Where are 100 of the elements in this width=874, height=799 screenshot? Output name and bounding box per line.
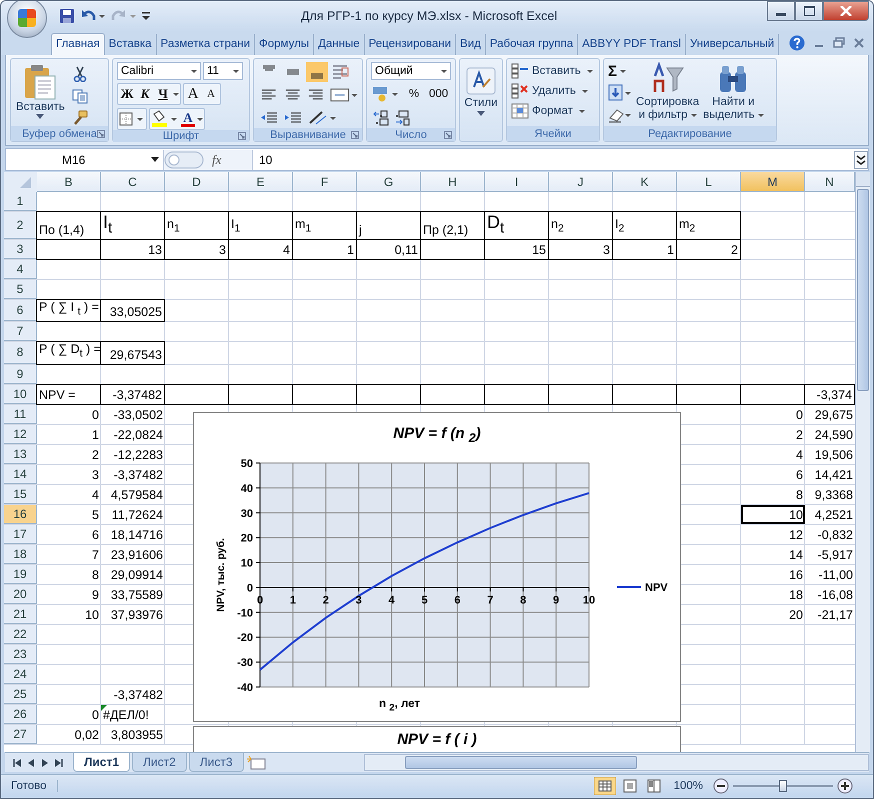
spreadsheet-cell[interactable]: 24,590 <box>805 424 855 444</box>
row-header[interactable]: 27 <box>4 724 37 744</box>
find-select-button[interactable]: Найти и выделить <box>703 62 764 126</box>
format-painter-icon[interactable] <box>72 110 88 126</box>
shrink-font-button[interactable]: A <box>202 85 220 103</box>
grow-font-button[interactable]: A <box>184 85 202 103</box>
dialog-launcher-icon[interactable] <box>351 130 359 138</box>
row-header[interactable]: 8 <box>4 342 37 364</box>
zoom-in-icon[interactable] <box>837 778 853 794</box>
dialog-launcher-icon[interactable] <box>97 130 105 138</box>
styles-button[interactable]: Стили <box>460 59 502 141</box>
paste-button[interactable]: Вставить <box>15 62 66 126</box>
spreadsheet-cell[interactable]: 3 <box>37 464 101 484</box>
row-header[interactable]: 19 <box>4 564 37 584</box>
spreadsheet-cell[interactable]: -3,374 <box>804 384 855 405</box>
spreadsheet-cell[interactable]: -12,2283 <box>101 444 165 464</box>
spreadsheet-cell[interactable]: 29,675 <box>805 404 855 424</box>
spreadsheet-cell[interactable] <box>484 384 549 405</box>
row-header[interactable]: 21 <box>4 604 37 624</box>
spreadsheet-cell[interactable]: 20 <box>741 604 805 624</box>
help-icon[interactable] <box>789 35 805 51</box>
spreadsheet-cell[interactable]: Пр (2,1) <box>420 211 485 240</box>
spreadsheet-cell[interactable] <box>164 384 229 405</box>
spreadsheet-cell[interactable]: 0 <box>37 404 101 424</box>
spreadsheet-cell[interactable] <box>612 384 677 405</box>
spreadsheet-cell[interactable]: По (1,4) <box>36 211 101 240</box>
formula-bar-handle-icon[interactable] <box>164 150 204 170</box>
align-bottom-icon[interactable] <box>306 62 328 82</box>
spreadsheet-cell[interactable]: 9,3368 <box>805 484 855 504</box>
spreadsheet-cell[interactable]: 1 <box>37 424 101 444</box>
font-family-dropdown[interactable]: Calibri <box>117 62 201 80</box>
zoom-slider[interactable] <box>733 780 833 792</box>
thousands-separator-button[interactable]: 000 <box>427 85 450 103</box>
spreadsheet-cell[interactable] <box>228 384 293 405</box>
cut-icon[interactable] <box>72 66 88 82</box>
row-header[interactable]: 1 <box>4 192 37 211</box>
zoom-level[interactable]: 100% <box>674 780 703 792</box>
copy-icon[interactable] <box>72 88 88 104</box>
spreadsheet-cell[interactable]: 6 <box>37 524 101 544</box>
column-header[interactable]: L <box>677 172 741 192</box>
column-header[interactable]: E <box>229 172 293 192</box>
delete-cells-button[interactable]: Удалить <box>511 83 595 99</box>
row-header[interactable]: 25 <box>4 684 37 704</box>
spreadsheet-cell[interactable]: -22,0824 <box>101 424 165 444</box>
spreadsheet-cell[interactable]: -3,37482 <box>101 684 165 704</box>
column-header[interactable]: N <box>805 172 855 192</box>
zoom-slider-thumb[interactable] <box>779 780 787 792</box>
spreadsheet-cell[interactable]: 4,579584 <box>101 484 165 504</box>
close-button[interactable] <box>823 1 869 21</box>
row-header[interactable]: 16 <box>4 504 37 524</box>
italic-button[interactable]: К <box>136 85 154 103</box>
spreadsheet-cell[interactable]: -5,917 <box>805 544 855 564</box>
spreadsheet-cell[interactable]: 16 <box>741 564 805 584</box>
font-size-dropdown[interactable]: 11 <box>203 62 243 80</box>
format-cells-button[interactable]: Формат <box>511 103 595 119</box>
increase-decimal-icon[interactable] <box>371 108 391 128</box>
spreadsheet-cell[interactable]: 6 <box>741 464 805 484</box>
spreadsheet-cell[interactable]: -11,00 <box>805 564 855 584</box>
fill-down-icon[interactable] <box>608 84 632 102</box>
column-header[interactable]: F <box>293 172 357 192</box>
autosum-button[interactable]: Σ <box>608 62 632 80</box>
save-icon[interactable] <box>59 8 75 24</box>
spreadsheet-cell[interactable]: 3,803955 <box>101 724 165 744</box>
formula-input[interactable]: 10 <box>253 152 854 166</box>
first-sheet-icon[interactable] <box>11 756 23 768</box>
normal-view-icon[interactable] <box>594 777 616 795</box>
vertical-scrollbar[interactable] <box>855 172 870 752</box>
sheet-tab[interactable]: Лист2 <box>132 753 187 772</box>
maximize-button[interactable] <box>795 1 823 21</box>
spreadsheet-cell[interactable]: NPV = <box>36 384 101 405</box>
spreadsheet-cell[interactable]: -16,08 <box>805 584 855 604</box>
spreadsheet-cell[interactable]: 4 <box>741 444 805 464</box>
spreadsheet-cell[interactable]: 10 <box>741 504 805 524</box>
borders-icon[interactable] <box>118 110 146 128</box>
spreadsheet-cell[interactable]: 7 <box>37 544 101 564</box>
column-header[interactable]: B <box>37 172 101 192</box>
spreadsheet-cell[interactable]: -3,37482 <box>101 464 165 484</box>
spreadsheet-cell[interactable]: 14 <box>741 544 805 564</box>
spreadsheet-cell[interactable]: 5 <box>37 504 101 524</box>
column-header[interactable]: H <box>421 172 485 192</box>
row-header[interactable]: 12 <box>4 424 37 444</box>
spreadsheet-cell[interactable]: 29,67543 <box>100 341 165 365</box>
spreadsheet-cell[interactable]: -0,832 <box>805 524 855 544</box>
spreadsheet-cell[interactable]: 0 <box>37 704 101 724</box>
spreadsheet-cell[interactable]: 4 <box>37 484 101 504</box>
row-header[interactable]: 5 <box>4 280 37 299</box>
row-header[interactable]: 7 <box>4 322 37 342</box>
row-header[interactable]: 4 <box>4 260 37 279</box>
column-header[interactable]: I <box>485 172 549 192</box>
spreadsheet-cell[interactable]: 11,72624 <box>101 504 165 524</box>
spreadsheet-cell[interactable]: 0,02 <box>37 724 101 744</box>
spreadsheet-cell[interactable]: 23,91606 <box>101 544 165 564</box>
spreadsheet-cell[interactable]: 18 <box>741 584 805 604</box>
minimize-button[interactable] <box>767 1 795 21</box>
row-header[interactable]: 15 <box>4 484 37 504</box>
spreadsheet-cell[interactable]: -33,0502 <box>101 404 165 424</box>
spreadsheet-cell[interactable]: P ( ∑ I $_{t}$ ) = <box>36 298 101 322</box>
insert-function-button[interactable]: fx <box>212 152 222 168</box>
spreadsheet-cell[interactable]: -3,37482 <box>100 384 165 405</box>
spreadsheet-cell[interactable]: 18,14716 <box>101 524 165 544</box>
